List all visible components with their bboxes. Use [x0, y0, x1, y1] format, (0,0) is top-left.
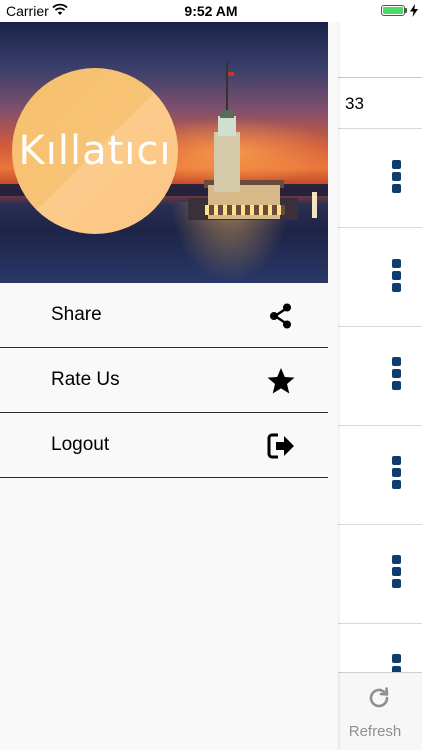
divider	[328, 326, 422, 327]
refresh-label: Refresh	[348, 723, 402, 740]
more-vertical-icon[interactable]	[392, 357, 402, 391]
app-logo: Kıllatıcı	[12, 68, 178, 234]
divider	[328, 77, 422, 78]
drawer-header-image: Kıllatıcı	[0, 22, 328, 283]
clock: 9:52 AM	[184, 3, 238, 19]
more-vertical-icon[interactable]	[392, 160, 402, 194]
more-vertical-icon[interactable]	[392, 654, 402, 672]
main-header-text: 33	[345, 94, 364, 113]
star-icon	[266, 366, 296, 396]
charging-icon	[410, 4, 418, 17]
share-icon	[266, 301, 296, 331]
battery-tip	[405, 8, 407, 13]
drawer-menu: Share Rate Us Logout	[0, 283, 328, 478]
side-drawer: Kıllatıcı Share Rate Us Logout	[0, 22, 338, 750]
more-vertical-icon[interactable]	[392, 259, 402, 293]
divider	[328, 425, 422, 426]
logo-text: Kıllatıcı	[18, 128, 172, 174]
logout-icon	[266, 431, 296, 461]
battery-icon	[381, 5, 405, 16]
menu-item-label: Logout	[51, 434, 110, 455]
divider	[328, 227, 422, 228]
divider	[328, 623, 422, 624]
menu-item-logout[interactable]: Logout	[0, 413, 328, 478]
more-vertical-icon[interactable]	[392, 555, 402, 589]
status-bar: Carrier 9:52 AM	[0, 0, 422, 22]
tab-bar: Refresh	[328, 672, 422, 750]
menu-item-share[interactable]: Share	[0, 283, 328, 348]
divider	[328, 128, 422, 129]
refresh-icon	[369, 687, 389, 708]
menu-item-label: Rate Us	[51, 369, 120, 390]
drawer-shadow	[338, 22, 341, 750]
menu-item-rate-us[interactable]: Rate Us	[0, 348, 328, 413]
menu-item-label: Share	[51, 304, 102, 325]
refresh-tab[interactable]: Refresh	[328, 673, 422, 750]
divider	[328, 524, 422, 525]
more-vertical-icon[interactable]	[392, 456, 402, 490]
